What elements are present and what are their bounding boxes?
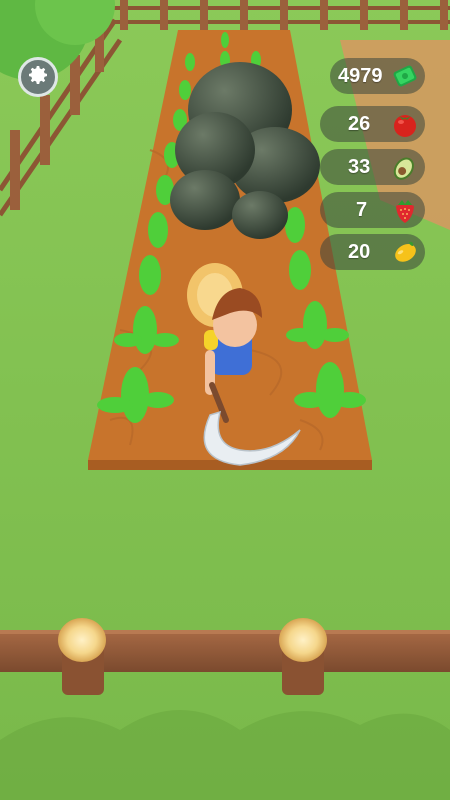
bushes — [0, 710, 450, 800]
cash-counter: 4979 — [330, 58, 425, 94]
strawberry-counter: 7 — [320, 192, 425, 228]
lemon-counter: 20 — [320, 234, 425, 270]
cash-value: 4979 — [338, 64, 383, 87]
avocado-value: 33 — [348, 155, 371, 178]
lemon-icon — [389, 236, 421, 268]
gear-icon — [26, 63, 50, 92]
lemon-value: 20 — [348, 240, 371, 263]
tomato-icon — [389, 108, 421, 140]
tomato-value: 26 — [348, 112, 371, 135]
strawberry-value: 7 — [356, 198, 368, 221]
tomato-counter: 26 — [320, 106, 425, 142]
settings-button[interactable] — [18, 57, 58, 97]
avocado-counter: 33 — [320, 149, 425, 185]
cash-bundle-icon — [389, 60, 421, 92]
avocado-icon — [389, 151, 421, 183]
strawberry-icon — [389, 194, 421, 226]
